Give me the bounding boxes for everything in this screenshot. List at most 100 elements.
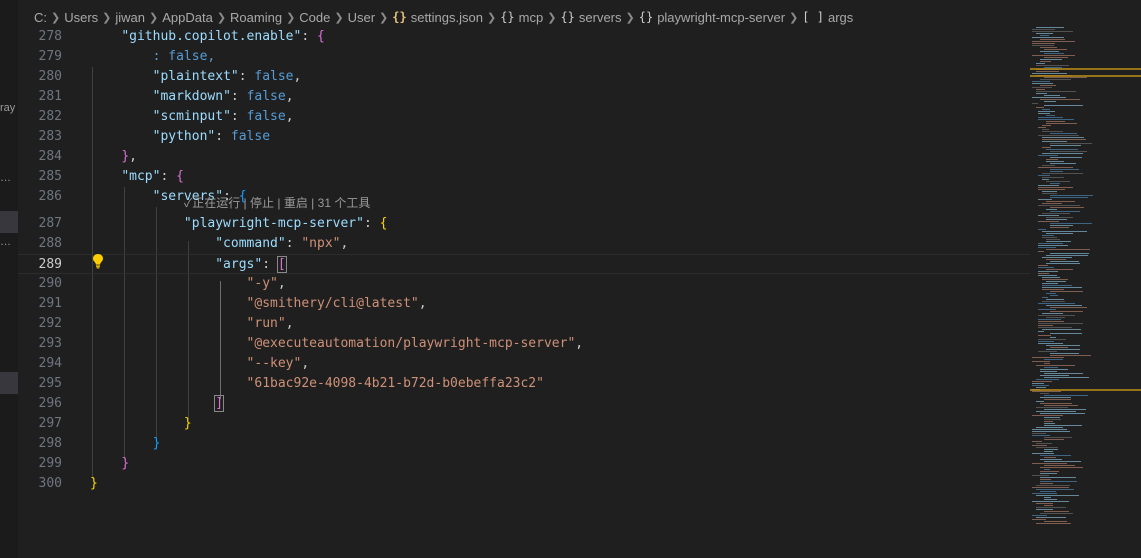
code-line[interactable]: 292 "run", (18, 314, 1030, 334)
sidebar-selected-item[interactable] (0, 372, 18, 394)
minimap-line (1036, 387, 1046, 388)
minimap-line (1042, 283, 1058, 284)
breadcrumb-item[interactable]: {} mcp (500, 10, 543, 25)
minimap-line (1032, 81, 1050, 82)
code-line[interactable]: 296 ] (18, 394, 1030, 414)
minimap-line (1032, 97, 1066, 98)
breadcrumb-item[interactable]: {} settings.json (392, 10, 483, 25)
minimap-line (1036, 89, 1045, 90)
sidebar-edge: ray … … (0, 0, 18, 558)
code-line[interactable]: 291 "@smithery/cli@latest", (18, 294, 1030, 314)
code-line[interactable]: 284 }, (18, 147, 1030, 167)
minimap-line (1040, 397, 1071, 398)
line-number: 284 (38, 149, 62, 164)
minimap-line (1036, 503, 1053, 504)
minimap-line (1040, 403, 1072, 404)
code-line[interactable]: 288 "command": "npx", (18, 234, 1030, 254)
code-line[interactable]: 290 "-y", (18, 274, 1030, 294)
code-line[interactable]: 286 "servers": { (18, 187, 1030, 207)
code-line[interactable]: 299 } (18, 454, 1030, 474)
minimap-line (1050, 261, 1079, 262)
breadcrumb-item[interactable]: User (348, 10, 375, 25)
code-line[interactable]: 289 "args": [ (18, 254, 1030, 274)
minimap-line (1042, 193, 1057, 194)
minimap-line (1044, 423, 1055, 424)
breadcrumb-item[interactable]: [ ] args (802, 10, 853, 25)
minimap-line (1044, 53, 1064, 54)
minimap-line (1050, 253, 1089, 254)
mcp-server-codelens: ✓正在运行 | 停止 | 重启 | 31 个工具 (184, 196, 371, 210)
minimap-line (1042, 279, 1068, 280)
codelens-restart[interactable]: 重启 (284, 196, 308, 210)
minimap-line (1038, 127, 1046, 128)
breadcrumb-item[interactable]: Users (64, 10, 98, 25)
breadcrumb-label: AppData (162, 9, 213, 25)
line-number: 291 (38, 296, 62, 311)
minimap-line (1050, 211, 1080, 212)
breadcrumb-item[interactable]: jiwan (115, 10, 145, 25)
breadcrumb-label: Code (299, 9, 331, 25)
code-line[interactable]: 300} (18, 474, 1030, 494)
code-line[interactable]: 282 "scminput": false, (18, 107, 1030, 127)
minimap-line (1040, 375, 1069, 376)
minimap-line (1042, 289, 1064, 290)
minimap-line (1040, 393, 1049, 394)
minimap[interactable] (1030, 27, 1141, 527)
minimap-line (1044, 425, 1082, 426)
minimap-line (1044, 377, 1089, 378)
minimap-line (1040, 47, 1057, 48)
breadcrumb-item[interactable]: Code (299, 10, 330, 25)
object-braces-icon: {} (638, 10, 654, 24)
codelens-tools[interactable]: 31 个工具 (318, 196, 371, 210)
minimap-line (1036, 495, 1079, 496)
code-line[interactable]: 293 "@executeautomation/playwright-mcp-s… (18, 334, 1030, 354)
minimap-line (1046, 259, 1066, 260)
code-line[interactable]: 287 "playwright-mcp-server": { (18, 214, 1030, 234)
breadcrumb-item[interactable]: AppData (162, 10, 213, 25)
minimap-line (1044, 363, 1050, 364)
line-number: 282 (38, 109, 62, 124)
code-text: "scminput": false, (152, 109, 294, 124)
breadcrumb-item[interactable]: C: (34, 10, 47, 25)
minimap-line (1046, 233, 1073, 234)
minimap-line (1036, 107, 1044, 108)
minimap-line (1042, 165, 1055, 166)
lightbulb-icon[interactable] (92, 253, 104, 269)
codelens-stop[interactable]: 停止 (250, 196, 274, 210)
line-number: 294 (38, 356, 62, 371)
minimap-line (1042, 139, 1086, 140)
minimap-line (1042, 231, 1087, 232)
code-text: "mcp": { (121, 169, 184, 184)
code-line[interactable]: 280 "plaintext": false, (18, 67, 1030, 87)
breadcrumb-item[interactable]: {} playwright-mcp-server (639, 10, 785, 25)
array-brackets-icon: [ ] (802, 10, 824, 24)
code-line[interactable]: 295 "61bac92e-4098-4b21-b72d-b0ebeffa23c… (18, 374, 1030, 394)
minimap-line (1038, 265, 1048, 266)
minimap-line (1046, 241, 1071, 242)
line-number: 283 (38, 129, 62, 144)
code-editor[interactable]: 278 "github.copilot.enable": {279 : fals… (18, 27, 1030, 558)
code-line[interactable]: 294 "--key", (18, 354, 1030, 374)
minimap-line (1038, 155, 1058, 156)
code-line[interactable]: 297 } (18, 414, 1030, 434)
code-line[interactable]: 285 "mcp": { (18, 167, 1030, 187)
code-line[interactable]: 279 : false, (18, 47, 1030, 67)
sidebar-selected-item[interactable] (0, 211, 18, 233)
minimap-line (1044, 437, 1072, 438)
code-line[interactable]: 281 "markdown": false, (18, 87, 1030, 107)
minimap-line (1042, 109, 1050, 110)
code-text: "playwright-mcp-server": { (183, 216, 388, 231)
minimap-line (1042, 153, 1083, 154)
minimap-line (1042, 179, 1049, 180)
breadcrumb-label: args (827, 9, 854, 25)
code-line[interactable]: 278 "github.copilot.enable": { (18, 27, 1030, 47)
breadcrumb-item[interactable]: {} servers (560, 10, 621, 25)
minimap-line (1036, 27, 1064, 28)
breadcrumb-item[interactable]: Roaming (230, 10, 282, 25)
minimap-line (1042, 137, 1084, 138)
codelens-running[interactable]: 正在运行 (192, 196, 240, 210)
code-line[interactable]: 283 "python": false (18, 127, 1030, 147)
code-line[interactable]: 298 } (18, 434, 1030, 454)
minimap-line (1044, 49, 1067, 50)
minimap-line (1040, 473, 1057, 474)
